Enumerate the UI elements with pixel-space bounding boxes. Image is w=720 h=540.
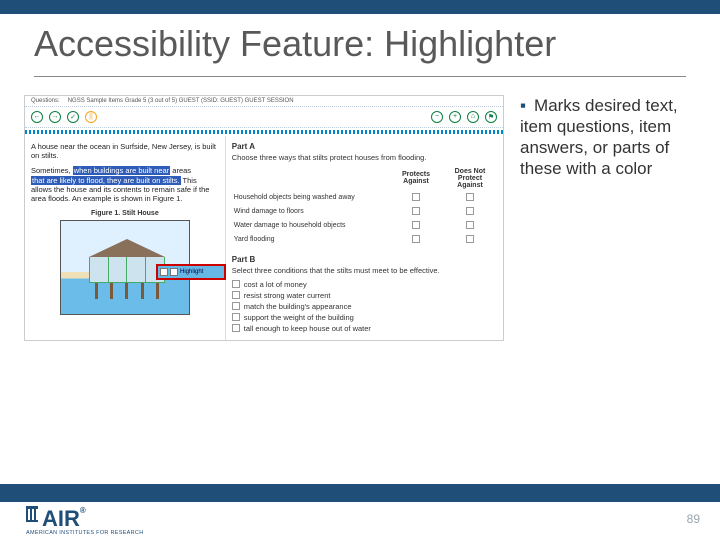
zoom-out-icon[interactable]: − <box>431 111 443 123</box>
list-item: support the weight of the building <box>244 313 354 322</box>
highlighted-text[interactable]: when buildings are built near <box>73 166 170 175</box>
table-row: Yard flooding <box>232 233 389 247</box>
back-icon[interactable]: ← <box>31 111 43 123</box>
passage-text: areas <box>172 166 191 175</box>
part-a-question: Choose three ways that stilts protect ho… <box>232 153 497 162</box>
house-roof <box>89 239 165 257</box>
flag-icon[interactable]: ⚑ <box>485 111 497 123</box>
context-menu-label: Highlight <box>180 269 203 275</box>
highlight-color-swatch[interactable] <box>160 268 168 276</box>
slide-bullets: ▪Marks desired text, item questions, ite… <box>520 95 696 341</box>
table-row: Household objects being washed away <box>232 191 389 205</box>
page-number: 89 <box>687 512 700 526</box>
divider-dots <box>25 130 503 134</box>
logo-reg: ® <box>80 506 86 515</box>
bullet-icon: ▪ <box>520 96 526 115</box>
house-walls <box>89 257 165 283</box>
list-item: match the building's appearance <box>244 302 352 311</box>
checkbox[interactable] <box>412 235 420 243</box>
figure-caption: Figure 1. Stilt House <box>31 210 219 217</box>
save-icon[interactable]: ✓ <box>67 111 79 123</box>
part-b-label: Part B <box>232 255 497 264</box>
highlighted-text[interactable]: that are likely to flood, they are built… <box>31 176 181 185</box>
checkbox[interactable] <box>232 302 240 310</box>
checkbox[interactable] <box>412 193 420 201</box>
part-a-label: Part A <box>232 142 497 151</box>
checkbox[interactable] <box>466 193 474 201</box>
forward-icon[interactable]: → <box>49 111 61 123</box>
checkbox[interactable] <box>466 207 474 215</box>
checkbox[interactable] <box>232 291 240 299</box>
checkbox[interactable] <box>232 280 240 288</box>
slide-title: Accessibility Feature: Highlighter <box>34 24 686 64</box>
passage-text: Sometimes, <box>31 166 71 175</box>
checkbox[interactable] <box>466 221 474 229</box>
col-not-protects: Does Not Protect Against <box>443 166 497 191</box>
passage-pane: A house near the ocean in Surfside, New … <box>25 136 226 340</box>
checkbox[interactable] <box>466 235 474 243</box>
passage-p1: A house near the ocean in Surfside, New … <box>31 142 219 161</box>
breadcrumb: NGSS Sample Items Grade 5 (3 out of 5) G… <box>68 98 294 104</box>
house-stilts <box>89 283 165 299</box>
part-a-table: Protects Against Does Not Protect Agains… <box>232 166 497 247</box>
part-b-question: Select three conditions that the stilts … <box>232 266 497 275</box>
col-protects: Protects Against <box>389 166 443 191</box>
quiz-label: Questions: <box>31 98 60 104</box>
air-logo: AIR® AMERICAN INSTITUTES FOR RESEARCH <box>26 506 143 536</box>
app-screenshot: Questions: NGSS Sample Items Grade 5 (3 … <box>24 95 504 341</box>
passage-p2: Sometimes, when buildings are built near… <box>31 166 219 204</box>
list-item: tall enough to keep house out of water <box>244 324 371 333</box>
list-item: cost a lot of money <box>244 280 307 289</box>
slide-bottom-bar <box>0 484 720 502</box>
logo-pillar-icon <box>26 506 38 522</box>
checkbox[interactable] <box>232 313 240 321</box>
tool-icon[interactable]: ⌂ <box>467 111 479 123</box>
screenshot-header: Questions: NGSS Sample Items Grade 5 (3 … <box>25 96 503 107</box>
screenshot-toolbar: ← → ✓ || − + ⌂ ⚑ <box>25 107 503 128</box>
checkbox[interactable] <box>232 324 240 332</box>
logo-subtitle: AMERICAN INSTITUTES FOR RESEARCH <box>26 530 143 536</box>
pause-icon[interactable]: || <box>85 111 97 123</box>
list-item: resist strong water current <box>244 291 331 300</box>
question-pane: Part A Choose three ways that stilts pro… <box>226 136 503 340</box>
zoom-in-icon[interactable]: + <box>449 111 461 123</box>
checkbox[interactable] <box>412 221 420 229</box>
highlight-color-swatch[interactable] <box>170 268 178 276</box>
table-row: Wind damage to floors <box>232 205 389 219</box>
table-row: Water damage to household objects <box>232 219 389 233</box>
bullet-text: Marks desired text, item questions, item… <box>520 96 678 179</box>
highlighter-context-menu[interactable]: Highlight <box>156 264 226 280</box>
checkbox[interactable] <box>412 207 420 215</box>
slide-top-bar <box>0 0 720 14</box>
logo-text: AIR <box>42 506 80 532</box>
